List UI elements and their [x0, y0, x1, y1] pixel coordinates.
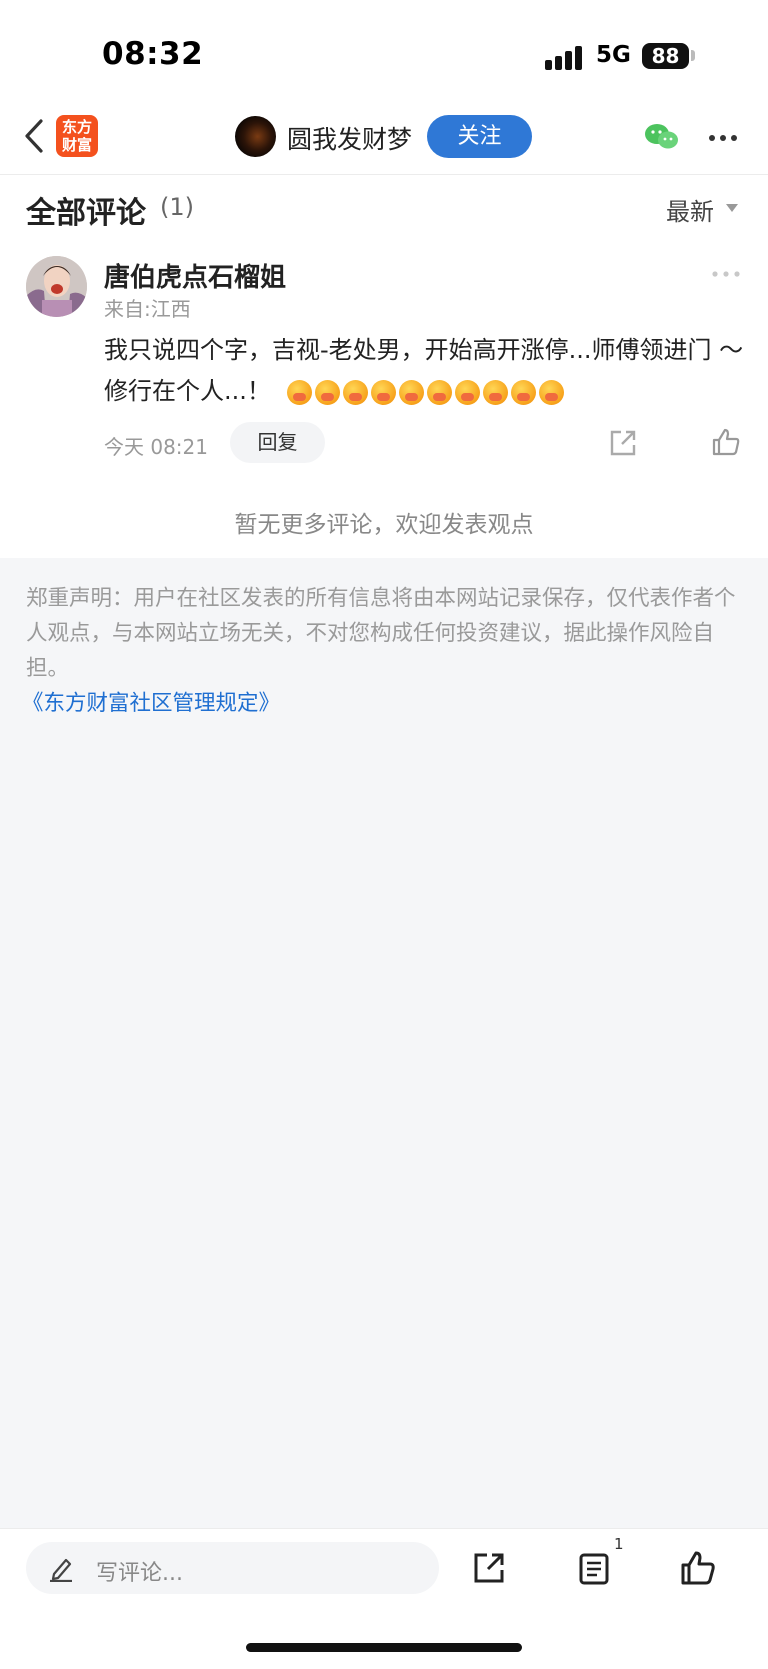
- network-type: 5G: [596, 42, 631, 68]
- sort-dropdown[interactable]: 最新: [666, 192, 714, 227]
- follow-button[interactable]: 关注: [427, 115, 532, 158]
- share-icon[interactable]: [472, 1551, 506, 1585]
- emoji-icon: [510, 380, 536, 405]
- status-time: 08:32: [102, 36, 204, 72]
- share-icon[interactable]: [608, 428, 638, 458]
- emoji-icon: [370, 380, 396, 405]
- emoji-icon: [538, 380, 564, 405]
- comment-placeholder[interactable]: 写评论...: [96, 1555, 183, 1587]
- like-icon[interactable]: [711, 427, 741, 457]
- like-icon[interactable]: [680, 1550, 716, 1586]
- comment-text: 我只说四个字，吉视-老处男，开始高开涨停...师傅领进门 ～修行在个人...！: [104, 330, 744, 413]
- reply-button[interactable]: 回复: [230, 422, 325, 463]
- no-more-comments: 暂无更多评论，欢迎发表观点: [234, 512, 534, 538]
- comment-list-icon[interactable]: [577, 1552, 611, 1586]
- chevron-down-icon[interactable]: [726, 204, 738, 212]
- disclaimer-text: 郑重声明：用户在社区发表的所有信息将由本网站记录保存，仅代表作者个人观点，与本网…: [26, 586, 736, 681]
- emoji-icon: [342, 380, 368, 405]
- emoji-row: [286, 372, 567, 413]
- comment-more-icon[interactable]: [712, 271, 740, 277]
- home-indicator: [246, 1643, 522, 1652]
- battery-tip: [691, 50, 695, 61]
- community-rules-link[interactable]: 《东方财富社区管理规定》: [22, 686, 280, 717]
- comment-input[interactable]: [26, 1542, 439, 1594]
- back-icon[interactable]: [22, 118, 48, 154]
- emoji-icon: [482, 380, 508, 405]
- emoji-icon: [398, 380, 424, 405]
- comment-count-badge: 1: [614, 1535, 624, 1553]
- comments-count: (1): [160, 193, 194, 221]
- author-name[interactable]: 圆我发财梦: [287, 120, 412, 156]
- comment-time: 今天 08:21: [104, 435, 208, 459]
- author-avatar[interactable]: [235, 116, 276, 157]
- emoji-icon: [426, 380, 452, 405]
- emoji-icon: [314, 380, 340, 405]
- wechat-icon[interactable]: [644, 122, 680, 152]
- emoji-icon: [454, 380, 480, 405]
- emoji-icon: [286, 380, 312, 405]
- more-icon[interactable]: [708, 134, 738, 142]
- comments-title: 全部评论: [26, 196, 146, 231]
- divider: [0, 174, 768, 175]
- battery-icon: 88: [642, 43, 689, 69]
- commenter-avatar[interactable]: [26, 256, 87, 317]
- pen-icon: [50, 1558, 72, 1582]
- app-logo[interactable]: 东方 财富: [56, 115, 98, 157]
- commenter-location: 来自:江西: [104, 297, 191, 321]
- commenter-name[interactable]: 唐伯虎点石榴姐: [104, 257, 286, 294]
- signal-icon: [545, 46, 585, 70]
